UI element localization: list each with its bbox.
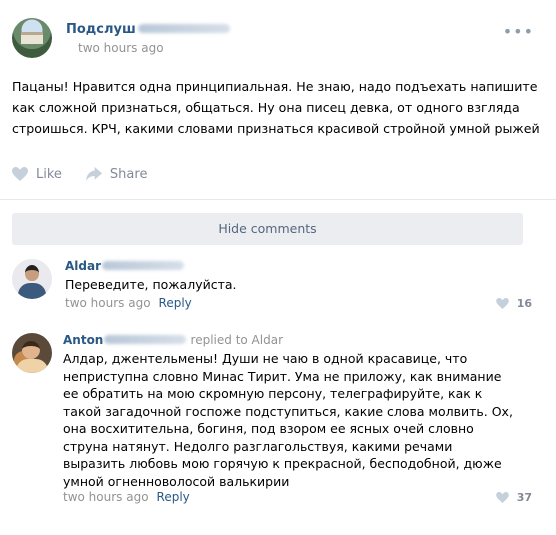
heart-icon [495,492,509,503]
post-header: Подслуш two hours ago ••• [12,18,542,60]
reply-to-label[interactable]: replied to Aldar [191,333,283,347]
dots-icon[interactable]: ••• [503,22,534,41]
divider [0,199,556,200]
comment-time[interactable]: two hours ago [63,490,149,504]
post-time[interactable]: two hours ago [78,41,168,55]
post-text: Пацаны! Нравится одна принципиальная. Не… [12,79,540,136]
comment-like-count: 16 [516,297,532,310]
comment-text: Переведите, пожалуйста. [65,277,237,292]
like-label: Like [36,166,62,182]
reply-button[interactable]: Reply [159,296,192,310]
comment-item: Anton replied to Aldar Алдар, джентельме… [12,333,532,508]
avatar[interactable] [12,259,52,299]
like-button[interactable]: Like [12,167,62,182]
comment-like-button[interactable]: 16 [495,297,532,310]
heart-icon [12,167,28,181]
share-icon [85,167,102,181]
comment-time[interactable]: two hours ago [65,296,151,310]
comment-author[interactable]: Aldar [65,259,185,273]
share-button[interactable]: Share [85,166,148,182]
comment-author[interactable]: Anton replied to Aldar [63,333,283,347]
redacted-name-blur [102,261,185,270]
group-avatar[interactable] [12,18,52,58]
redacted-name-blur [137,24,230,33]
comment-meta: two hours ago Reply [63,490,190,504]
reply-button[interactable]: Reply [157,490,190,504]
heart-icon [495,298,509,309]
hide-comments-button[interactable]: Hide comments [12,213,523,245]
share-label: Share [109,166,148,182]
comment-item: Aldar Переведите, пожалуйста. two hours … [12,259,532,319]
comment-like-count: 37 [516,491,532,504]
group-name[interactable]: Подслуш [66,22,230,37]
comment-like-button[interactable]: 37 [495,491,532,504]
avatar[interactable] [12,333,52,373]
redacted-name-blur [104,335,187,344]
post-actions: Like Share [12,163,171,185]
comment-meta: two hours ago Reply [65,296,192,310]
comment-text: Алдар, джентельмены! Души не чаю в одной… [63,351,513,489]
